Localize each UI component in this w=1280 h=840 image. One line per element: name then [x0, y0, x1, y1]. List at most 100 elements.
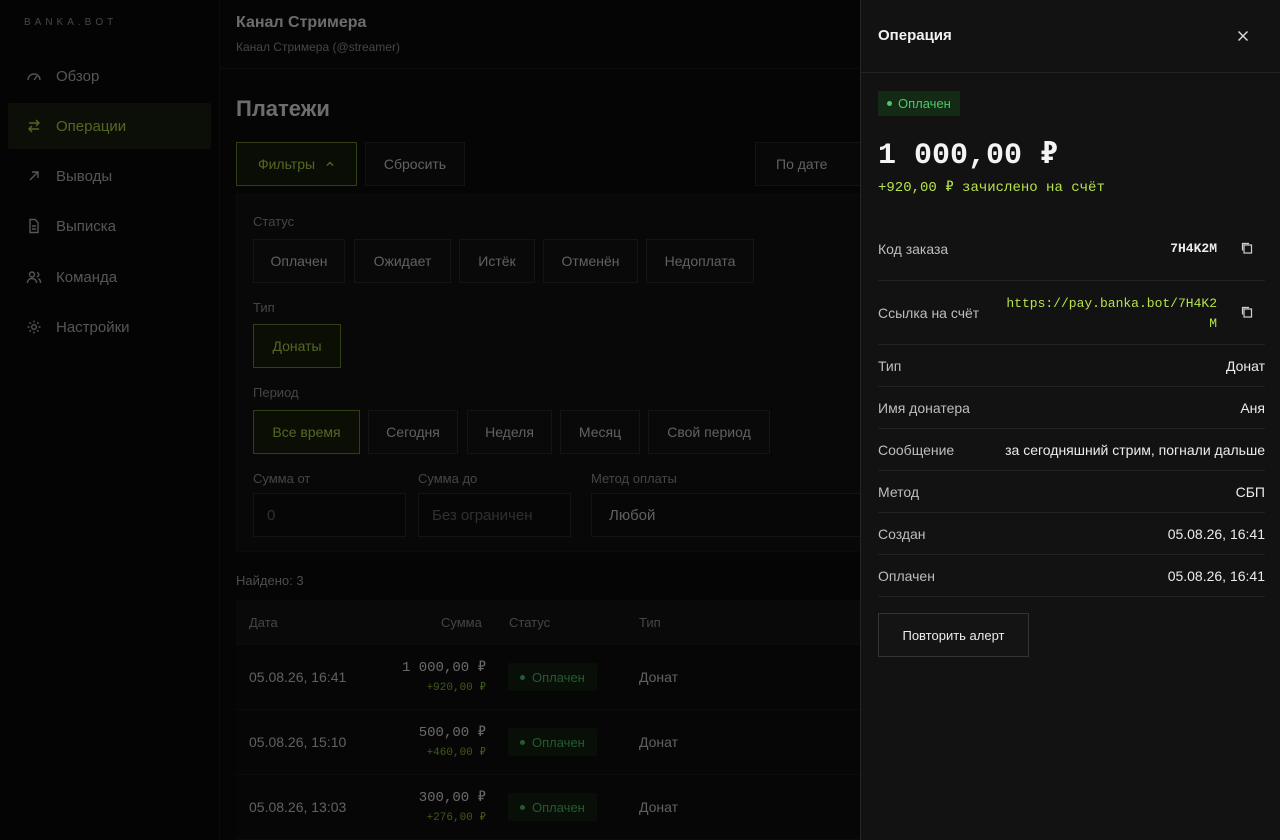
detail-value: Донат — [1225, 358, 1265, 374]
drawer-header: Операция — [861, 0, 1280, 73]
table-header: Дата Сумма Статус Тип — [236, 600, 896, 645]
repeat-alert-button[interactable]: Повторить алерт — [878, 613, 1029, 657]
detail-label: Сообщение — [878, 442, 955, 458]
detail-row-message: Сообщение за сегодняшний стрим, погнали … — [878, 429, 1265, 471]
sidebar-item-label: Настройки — [56, 318, 130, 336]
brand-logo: BANKA.BOT — [24, 17, 118, 28]
table-row[interactable]: 05.08.26, 15:10 500,00 ₽ +460,00 ₽ Оплач… — [236, 710, 896, 775]
detail-row-paid: Оплачен 05.08.26, 16:41 — [878, 555, 1265, 597]
detail-label: Оплачен — [878, 568, 935, 584]
row-type: Донат — [639, 669, 679, 685]
invoice-link-row: Ссылка на счёт https://pay.banka.bot/7H4… — [878, 281, 1265, 345]
sidebar-item-overview[interactable]: Обзор — [8, 53, 211, 99]
type-filter-label: Тип — [253, 300, 275, 315]
detail-value: 05.08.26, 16:41 — [1167, 526, 1265, 542]
copy-icon[interactable] — [1240, 241, 1254, 255]
status-chip-underpaid[interactable]: Недоплата — [646, 239, 754, 283]
detail-row-created: Создан 05.08.26, 16:41 — [878, 513, 1265, 555]
row-date: 05.08.26, 15:10 — [249, 734, 347, 750]
swap-arrows-icon — [26, 118, 42, 134]
sidebar-item-operations[interactable]: Операции — [8, 103, 211, 149]
row-amount: 500,00 ₽ — [418, 725, 486, 741]
order-code-row: Код заказа 7H4K2M — [878, 226, 1265, 281]
status-dot-icon — [520, 804, 525, 810]
channel-title: Канал Стримера — [236, 14, 367, 31]
detail-value: Аня — [1240, 400, 1265, 416]
detail-row-type: Тип Донат — [878, 345, 1265, 387]
invoice-link-label: Ссылка на счёт — [878, 305, 980, 321]
sidebar-item-statement[interactable]: Выписка — [8, 203, 211, 249]
gear-icon — [26, 319, 42, 335]
period-filter-label: Период — [253, 385, 299, 400]
drawer-title: Операция — [878, 27, 952, 44]
detail-value: за сегодняшний стрим, погнали дальше — [1005, 442, 1265, 458]
sidebar-item-team[interactable]: Команда — [8, 254, 211, 300]
document-icon — [26, 218, 42, 234]
results-count: Найдено: 3 — [236, 573, 304, 588]
column-header-amount: Сумма — [441, 615, 482, 630]
copy-icon[interactable] — [1240, 305, 1254, 319]
amount-to-input[interactable]: Без ограничен — [418, 493, 571, 537]
detail-label: Тип — [878, 358, 902, 374]
status-badge-label: Оплачен — [898, 96, 951, 111]
detail-value: 05.08.26, 16:41 — [1167, 568, 1265, 584]
status-chip-pending[interactable]: Ожидает — [354, 239, 451, 283]
status-dot-icon — [887, 101, 892, 106]
amount-from-input[interactable]: 0 — [253, 493, 406, 537]
close-icon[interactable] — [1233, 26, 1253, 46]
row-amount: 300,00 ₽ — [418, 790, 486, 806]
row-amount-cell: 1 000,00 ₽ +920,00 ₽ — [402, 659, 486, 694]
order-code-label: Код заказа — [878, 241, 949, 257]
payments-table: Дата Сумма Статус Тип 05.08.26, 16:41 1 … — [236, 600, 896, 840]
invoice-link[interactable]: https://pay.banka.bot/7H4K2 M — [1006, 294, 1217, 334]
column-header-status: Статус — [509, 615, 551, 630]
row-amount: 1 000,00 ₽ — [401, 660, 486, 676]
operation-drawer: Операция Оплачен 1 000,00 ₽ +920,00 ₽ за… — [860, 0, 1280, 840]
period-chip-all-time[interactable]: Все время — [253, 410, 360, 454]
row-credited: +460,00 ₽ — [426, 747, 486, 759]
arrow-up-right-icon — [26, 168, 42, 184]
row-date: 05.08.26, 13:03 — [249, 799, 347, 815]
amount-from-label: Сумма от — [253, 471, 311, 486]
detail-label: Создан — [878, 526, 926, 542]
detail-label: Метод — [878, 484, 920, 500]
reset-button[interactable]: Сбросить — [365, 142, 465, 186]
type-chip-donations[interactable]: Донаты — [253, 324, 341, 368]
row-type: Донат — [639, 734, 679, 750]
status-badge: Оплачен — [878, 91, 960, 116]
period-chip-custom[interactable]: Свой период — [648, 410, 770, 454]
amount-to-label: Сумма до — [418, 471, 478, 486]
sidebar-item-label: Операции — [56, 117, 127, 135]
status-badge-label: Оплачен — [532, 734, 585, 750]
status-chip-paid[interactable]: Оплачен — [253, 239, 345, 283]
status-badge: Оплачен — [508, 793, 597, 821]
status-chip-expired[interactable]: Истёк — [459, 239, 535, 283]
column-header-date: Дата — [249, 615, 278, 630]
status-dot-icon — [520, 739, 525, 745]
row-date: 05.08.26, 16:41 — [249, 669, 347, 685]
filters-panel: Статус Оплачен Ожидает Истёк Отменён Нед… — [236, 194, 897, 552]
period-chip-today[interactable]: Сегодня — [368, 410, 458, 454]
row-credited: +276,00 ₽ — [426, 812, 486, 824]
status-badge-label: Оплачен — [532, 799, 585, 815]
operation-amount: 1 000,00 ₽ — [878, 139, 1059, 173]
row-amount-cell: 300,00 ₽ +276,00 ₽ — [419, 789, 486, 824]
status-badge: Оплачен — [508, 728, 597, 756]
table-row[interactable]: 05.08.26, 13:03 300,00 ₽ +276,00 ₽ Оплач… — [236, 775, 896, 840]
detail-row-method: Метод СБП — [878, 471, 1265, 513]
period-chip-week[interactable]: Неделя — [467, 410, 552, 454]
detail-label: Имя донатера — [878, 400, 970, 416]
sidebar-item-settings[interactable]: Настройки — [8, 304, 211, 350]
table-row[interactable]: 05.08.26, 16:41 1 000,00 ₽ +920,00 ₽ Опл… — [236, 645, 896, 710]
period-chip-month[interactable]: Месяц — [560, 410, 640, 454]
page-title: Платежи — [236, 96, 330, 121]
sidebar-item-withdrawals[interactable]: Выводы — [8, 153, 211, 199]
payment-method-select[interactable]: Любой — [591, 493, 897, 537]
status-dot-icon — [520, 674, 525, 680]
detail-value: СБП — [1235, 484, 1265, 500]
column-header-type: Тип — [639, 615, 661, 630]
payment-method-label: Метод оплаты — [591, 471, 677, 486]
sidebar-item-label: Выписка — [56, 217, 117, 235]
status-chip-cancelled[interactable]: Отменён — [543, 239, 638, 283]
filters-toggle-button[interactable]: Фильтры — [236, 142, 357, 186]
